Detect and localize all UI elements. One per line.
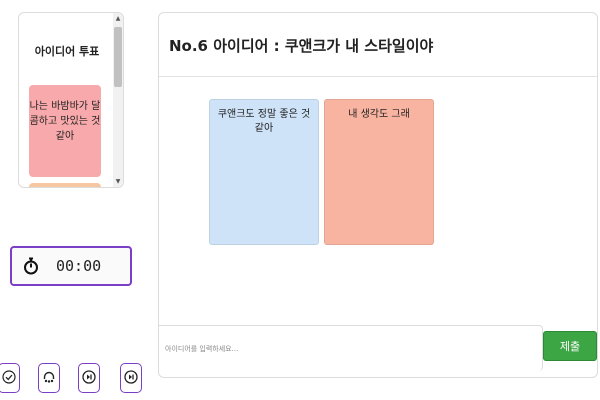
idea-card[interactable]: 내 생각도 그래 <box>324 99 434 245</box>
vote-panel-title: 아이디어 투표 <box>34 45 100 58</box>
idea-input[interactable] <box>165 340 535 358</box>
check-button[interactable] <box>0 363 20 393</box>
skip-next-icon <box>82 369 96 388</box>
skip-button[interactable] <box>120 363 142 393</box>
idea-input-bar <box>159 325 543 371</box>
submit-button[interactable]: 제출 <box>543 331 597 361</box>
vote-panel-scrollbar[interactable]: ▲ ▼ <box>113 13 123 187</box>
board-title: No.6 아이디어 : 쿠앤크가 내 스타일이야 <box>169 37 434 55</box>
headset-button[interactable] <box>38 363 60 393</box>
stopwatch-icon <box>16 257 46 275</box>
skip-next-icon <box>124 369 138 388</box>
idea-card[interactable]: 쿠앤크도 정말 좋은 것 같아 <box>209 99 319 245</box>
scroll-up-icon[interactable]: ▲ <box>115 15 121 22</box>
headset-icon <box>42 369 56 388</box>
scrollbar-thumb[interactable] <box>114 27 122 87</box>
timer-value: 00:00 <box>56 257 102 275</box>
vote-panel: 아이디어 투표 나는 바밤바가 달콤하고 맛있는 것 같아 ▲ ▼ <box>18 12 124 188</box>
scroll-down-icon[interactable]: ▼ <box>115 178 121 185</box>
check-circle-icon <box>2 369 16 388</box>
timer: 00:00 <box>10 246 132 286</box>
skip-button[interactable] <box>78 363 100 393</box>
idea-board: No.6 아이디어 : 쿠앤크가 내 스타일이야 쿠앤크도 정말 좋은 것 같아… <box>158 12 598 378</box>
vote-card[interactable] <box>29 183 101 187</box>
board-header: No.6 아이디어 : 쿠앤크가 내 스타일이야 <box>159 13 597 77</box>
vote-card[interactable]: 나는 바밤바가 달콤하고 맛있는 것 같아 <box>29 85 101 177</box>
